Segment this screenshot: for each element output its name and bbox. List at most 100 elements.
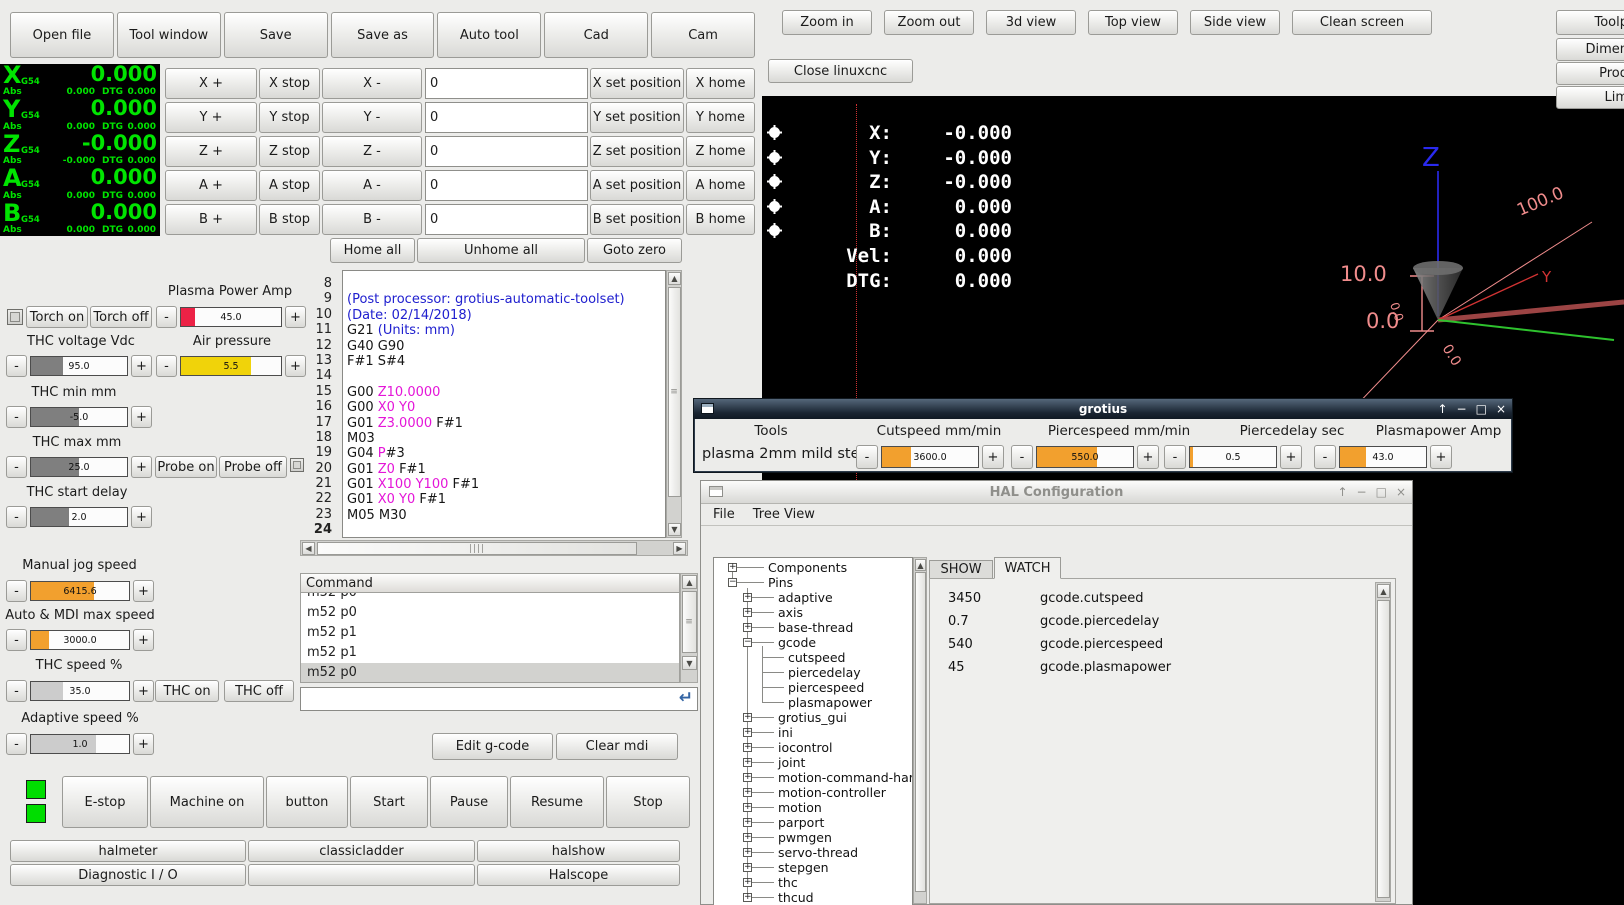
tree-item-stepgen[interactable]: + stepgen — [714, 860, 912, 875]
view-button-clean-screen[interactable]: Clean screen — [1292, 10, 1432, 35]
air-pressure-spinbox[interactable]: 5.5 — [180, 356, 282, 376]
torch-on-button[interactable]: Torch on — [26, 306, 88, 328]
expand-icon[interactable]: + — [743, 863, 752, 872]
thc-max-minus-button[interactable]: - — [6, 456, 27, 478]
utility-button-halmeter[interactable]: halmeter — [10, 840, 246, 862]
tree-item-parport[interactable]: + parport — [714, 815, 912, 830]
b-set-position-button[interactable]: B set position — [590, 204, 684, 235]
utility-button-diagnostic-i-o[interactable]: Diagnostic I / O — [10, 864, 246, 886]
tree-item-ini[interactable]: + ini — [714, 725, 912, 740]
collapse-icon[interactable]: − — [728, 578, 737, 587]
expand-icon[interactable]: + — [743, 758, 752, 767]
toolbar-button-auto-tool[interactable]: Auto tool — [437, 12, 542, 58]
tree-item-grotius-gui[interactable]: + grotius_gui — [714, 710, 912, 725]
gcode-vscroll-thumb[interactable]: ≡ — [668, 287, 681, 497]
command-scrollbar[interactable]: ▲ ≡ ▼ — [680, 573, 698, 683]
plasmapower-plus-button[interactable]: + — [1430, 445, 1452, 469]
tree-item-joint[interactable]: + joint — [714, 755, 912, 770]
piercedelay-minus-button[interactable]: - — [1164, 445, 1186, 469]
mdi-max-spinbox[interactable]: 3000.0 — [30, 630, 130, 650]
tree-item-adaptive[interactable]: + adaptive — [714, 590, 912, 605]
close-icon[interactable]: × — [1496, 402, 1506, 416]
piercedelay-spinbox[interactable]: 0.5 — [1189, 446, 1277, 468]
unhome-all-button[interactable]: Unhome all — [417, 238, 585, 263]
thc-on-button[interactable]: THC on — [155, 680, 219, 702]
adaptive-plus-button[interactable]: + — [133, 733, 154, 755]
thc-voltage-spinbox[interactable]: 95.0 — [30, 356, 128, 376]
expand-icon[interactable]: + — [743, 773, 752, 782]
x-stop-button[interactable]: X stop — [259, 68, 320, 99]
hal-pin-tree[interactable]: + Components − Pins + adaptive + axis + base-thre… — [713, 557, 913, 905]
utility-button-halshow[interactable]: halshow — [477, 840, 680, 862]
command-history-item[interactable]: m52 p0 — [301, 603, 679, 623]
goto-zero-button[interactable]: Goto zero — [587, 238, 682, 263]
toolbar-button-cam[interactable]: Cam — [651, 12, 756, 58]
command-history-list[interactable]: m52 p0m52 p0m52 p1m52 p1m52 p0 — [300, 593, 680, 683]
edge-button-lim[interactable]: Lim — [1556, 86, 1624, 109]
a-stop-button[interactable]: A stop — [259, 170, 320, 201]
gcode-hscrollbar[interactable]: ◀ |||| ▶ — [300, 540, 688, 556]
maximize-icon[interactable]: □ — [1376, 485, 1387, 499]
tab-show[interactable]: SHOW — [929, 560, 993, 579]
manual-jog-minus-button[interactable]: - — [6, 580, 27, 602]
edge-button-prod[interactable]: Prod — [1556, 62, 1624, 85]
expand-icon[interactable]: + — [743, 743, 752, 752]
edge-button-dimen[interactable]: Dimen — [1556, 38, 1624, 61]
thc-max-spinbox[interactable]: 25.0 — [30, 457, 128, 477]
z-stop-button[interactable]: Z stop — [259, 136, 320, 167]
close-linuxcnc-button[interactable]: Close linuxcnc — [768, 59, 913, 83]
utility-button-blank[interactable] — [248, 864, 475, 886]
y-set-position-button[interactable]: Y set position — [590, 102, 684, 133]
thc-speed-plus-button[interactable]: + — [133, 680, 154, 702]
torch-checkbox[interactable] — [7, 309, 23, 325]
command-history-item[interactable]: m52 p1 — [301, 623, 679, 643]
piercespeed-minus-button[interactable]: - — [1011, 445, 1033, 469]
z-set-position-button[interactable]: Z set position — [590, 136, 684, 167]
tab-watch[interactable]: WATCH — [994, 557, 1061, 579]
command-history-item[interactable]: m52 p1 — [301, 643, 679, 663]
tree-item-base-thread[interactable]: + base-thread — [714, 620, 912, 635]
tree-item-iocontrol[interactable]: + iocontrol — [714, 740, 912, 755]
expand-icon[interactable]: + — [743, 818, 752, 827]
view-button-side-view[interactable]: Side view — [1190, 10, 1280, 35]
scroll-up-icon[interactable]: ▲ — [915, 559, 926, 571]
probe-off-button[interactable]: Probe off — [219, 456, 287, 478]
adaptive-spinbox[interactable]: 1.0 — [30, 734, 130, 754]
plasmapower-minus-button[interactable]: - — [1314, 445, 1336, 469]
thc-min-plus-button[interactable]: + — [131, 406, 152, 428]
view-button-zoom-in[interactable]: Zoom in — [782, 10, 872, 35]
close-icon[interactable]: × — [1396, 485, 1406, 499]
expand-icon[interactable]: + — [743, 623, 752, 632]
collapse-icon[interactable]: − — [743, 638, 752, 647]
toolbar-button-save[interactable]: Save — [223, 12, 328, 58]
piercespeed-spinbox[interactable]: 550.0 — [1036, 446, 1134, 468]
tree-item-plasmapower[interactable]: plasmapower — [714, 695, 912, 710]
cutspeed-spinbox[interactable]: 3600.0 — [881, 446, 979, 468]
watch-scrollbar[interactable]: ▲ — [1375, 582, 1391, 902]
view-button-top-view[interactable]: Top view — [1088, 10, 1178, 35]
tree-item-thcud[interactable]: + thcud — [714, 890, 912, 905]
z-home-button[interactable]: Z home — [686, 136, 755, 167]
tree-item-motion-command-har[interactable]: + motion-command-har — [714, 770, 912, 785]
expand-icon[interactable]: + — [743, 593, 752, 602]
command-scroll-thumb[interactable]: ≡ — [682, 591, 697, 653]
menu-tree-view[interactable]: Tree View — [753, 507, 815, 522]
plasma-power-spinbox[interactable]: 45.0 — [180, 307, 282, 327]
y-minus-button[interactable]: Y - — [322, 102, 422, 133]
expand-icon[interactable]: + — [743, 878, 752, 887]
x-plus-button[interactable]: X + — [165, 68, 257, 99]
y-stop-button[interactable]: Y stop — [259, 102, 320, 133]
hal-tree-scrollbar[interactable]: ▲ — [913, 557, 927, 904]
scroll-down-icon[interactable]: ▼ — [668, 523, 681, 536]
thc-voltage-plus-button[interactable]: + — [131, 355, 152, 377]
mdi-max-minus-button[interactable]: - — [6, 629, 27, 651]
tree-item-pwmgen[interactable]: + pwmgen — [714, 830, 912, 845]
maximize-icon[interactable]: □ — [1476, 402, 1487, 416]
expand-icon[interactable]: + — [743, 803, 752, 812]
piercedelay-plus-button[interactable]: + — [1280, 445, 1302, 469]
expand-icon[interactable]: + — [743, 788, 752, 797]
adaptive-minus-button[interactable]: - — [6, 733, 27, 755]
utility-button-classicladder[interactable]: classicladder — [248, 840, 475, 862]
mdi-max-plus-button[interactable]: + — [133, 629, 154, 651]
thc-min-minus-button[interactable]: - — [6, 406, 27, 428]
